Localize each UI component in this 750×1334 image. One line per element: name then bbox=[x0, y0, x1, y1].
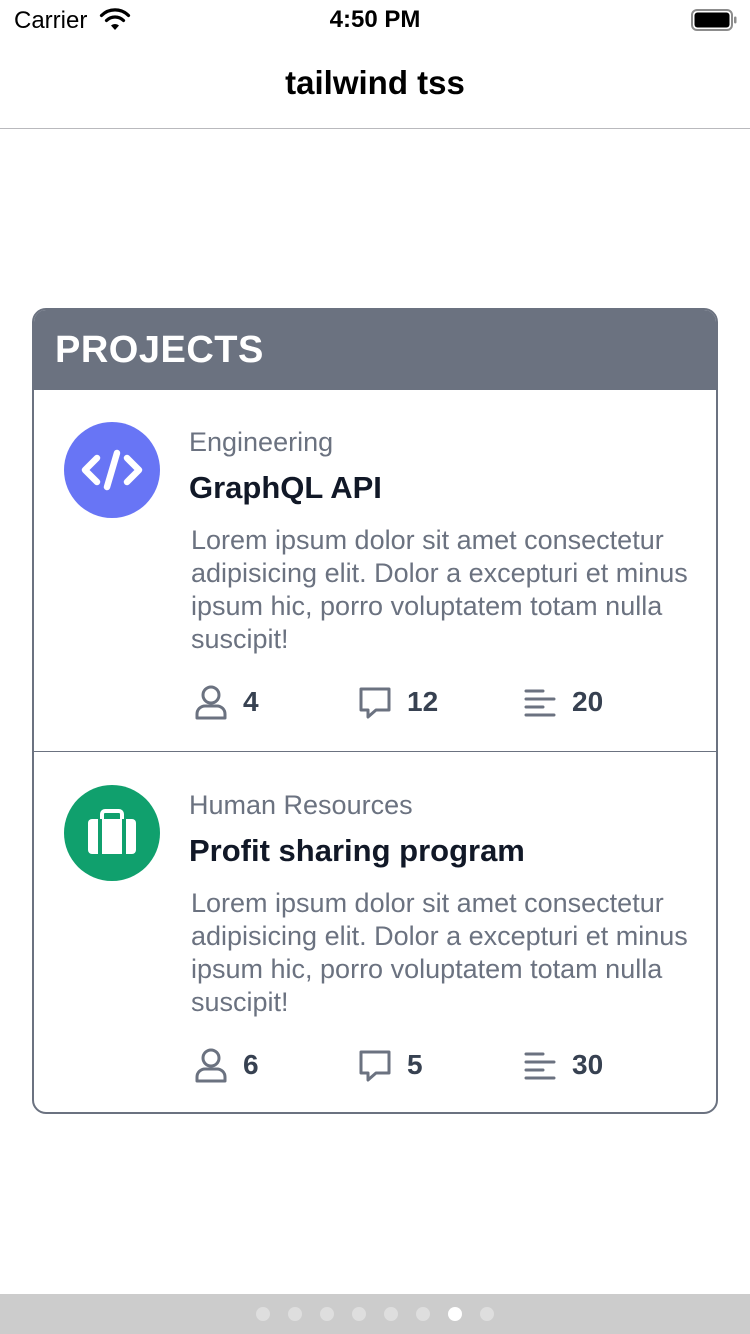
user-icon bbox=[195, 685, 227, 720]
projects-card: PROJECTS Engineering GraphQL API Lorem i… bbox=[32, 308, 718, 1114]
page-indicator[interactable] bbox=[0, 1294, 750, 1334]
tasks-count: 20 bbox=[572, 686, 604, 717]
page-dot[interactable] bbox=[416, 1307, 430, 1321]
code-icon bbox=[64, 422, 160, 518]
project-item[interactable]: Human Resources Profit sharing program L… bbox=[34, 753, 716, 1112]
page-dot[interactable] bbox=[256, 1307, 270, 1321]
battery-icon bbox=[691, 9, 737, 31]
members-count: 4 bbox=[243, 686, 259, 717]
project-description: Lorem ipsum dolor sit amet consectetur a… bbox=[191, 888, 688, 1017]
status-time: 4:50 PM bbox=[329, 6, 421, 33]
project-description: Lorem ipsum dolor sit amet consectetur a… bbox=[191, 525, 688, 654]
project-category: Engineering bbox=[189, 427, 334, 457]
project-category: Human Resources bbox=[189, 790, 413, 820]
briefcase-icon bbox=[64, 785, 160, 881]
project-title: GraphQL API bbox=[189, 470, 382, 505]
chat-icon bbox=[359, 687, 391, 719]
page-title: tailwind tss bbox=[285, 64, 465, 101]
project-avatar bbox=[64, 422, 160, 518]
card-header: PROJECTS bbox=[34, 310, 716, 390]
user-icon bbox=[195, 1048, 227, 1083]
project-avatar bbox=[64, 785, 160, 881]
page-dot[interactable] bbox=[480, 1307, 494, 1321]
comments-count: 12 bbox=[407, 686, 439, 717]
tasks-count: 30 bbox=[572, 1049, 604, 1080]
page-dot[interactable] bbox=[448, 1307, 462, 1321]
project-item[interactable]: Engineering GraphQL API Lorem ipsum dolo… bbox=[34, 390, 716, 752]
project-title: Profit sharing program bbox=[189, 833, 525, 868]
page-dot[interactable] bbox=[288, 1307, 302, 1321]
list-icon bbox=[524, 689, 556, 717]
members-count: 6 bbox=[243, 1049, 259, 1080]
status-bar: Carrier 4:50 PM bbox=[0, 0, 750, 40]
page-dot[interactable] bbox=[384, 1307, 398, 1321]
navigation-bar: tailwind tss bbox=[0, 40, 750, 129]
page-dot[interactable] bbox=[320, 1307, 334, 1321]
comments-count: 5 bbox=[407, 1049, 423, 1080]
page-dot[interactable] bbox=[352, 1307, 366, 1321]
card-title: PROJECTS bbox=[55, 329, 264, 371]
list-icon bbox=[524, 1052, 556, 1080]
chat-icon bbox=[359, 1050, 391, 1082]
